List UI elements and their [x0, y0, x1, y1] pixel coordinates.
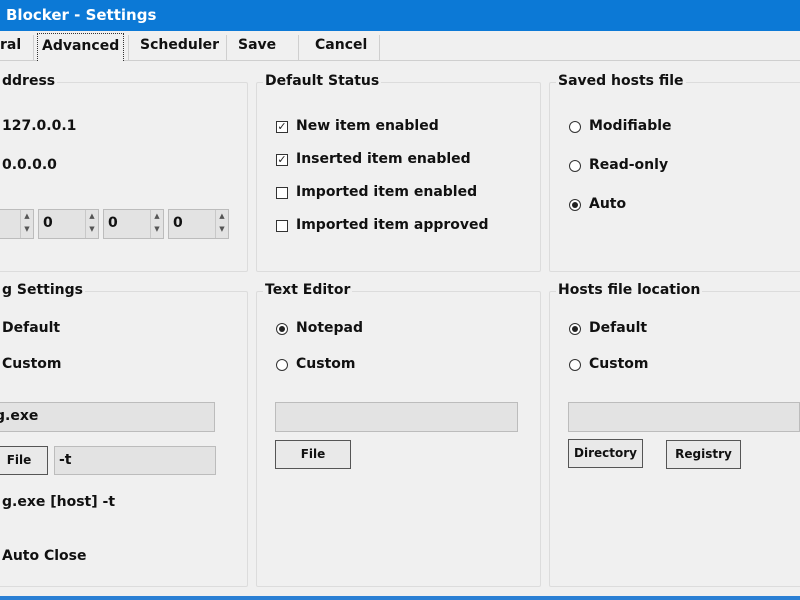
label-imported-enabled[interactable]: Imported item enabled — [296, 184, 477, 200]
label-auto-close[interactable]: Auto Close — [2, 548, 87, 564]
window-title: Blocker - Settings — [6, 6, 157, 24]
tab-separator — [128, 35, 129, 60]
editor-path-field[interactable] — [275, 402, 518, 432]
editor-file-button[interactable]: File — [275, 440, 351, 469]
radio-editor-custom[interactable] — [276, 359, 288, 371]
address-option-1[interactable]: 127.0.0.1 — [2, 118, 76, 134]
radio-auto[interactable] — [569, 199, 581, 211]
label-ping-default[interactable]: Default — [2, 320, 60, 336]
bottom-edge — [0, 596, 800, 600]
checkbox-imported-approved[interactable] — [276, 220, 288, 232]
default-status-group — [256, 82, 541, 272]
ping-file-button[interactable]: File — [0, 446, 48, 475]
directory-button[interactable]: Directory — [568, 439, 643, 468]
label-read-only[interactable]: Read-only — [589, 157, 668, 173]
saved-hosts-group — [549, 82, 800, 272]
label-location-default[interactable]: Default — [589, 320, 647, 336]
octet-value-2: 0 — [43, 215, 53, 231]
radio-notepad[interactable] — [276, 323, 288, 335]
ping-args-field[interactable]: -t — [54, 446, 216, 475]
label-imported-approved[interactable]: Imported item approved — [296, 217, 489, 233]
radio-location-custom[interactable] — [569, 359, 581, 371]
radio-modifiable[interactable] — [569, 121, 581, 133]
address-option-2[interactable]: 0.0.0.0 — [2, 157, 57, 173]
ping-command-preview: g.exe [host] -t — [2, 494, 116, 510]
tab-scheduler[interactable]: Scheduler — [140, 33, 219, 60]
address-group — [0, 82, 248, 272]
tab-separator — [298, 35, 299, 60]
address-group-title: ddress — [0, 73, 58, 89]
checkbox-inserted-item[interactable]: ✓ — [276, 154, 288, 166]
ping-exe-field[interactable]: g.exe — [0, 402, 215, 432]
octet-spinner-4[interactable]: 0 ▲ ▼ — [168, 209, 229, 239]
ping-settings-title: g Settings — [0, 282, 85, 298]
tab-separator — [226, 35, 227, 60]
spinner-arrows-icon[interactable]: ▲ ▼ — [85, 210, 98, 238]
text-editor-title: Text Editor — [263, 282, 353, 298]
octet-spinner-1[interactable]: ▲ ▼ — [0, 209, 34, 239]
label-new-item[interactable]: New item enabled — [296, 118, 439, 134]
spinner-arrows-icon[interactable]: ▲ ▼ — [150, 210, 163, 238]
checkbox-imported-enabled[interactable] — [276, 187, 288, 199]
saved-hosts-title: Saved hosts file — [556, 73, 686, 89]
octet-spinner-2[interactable]: 0 ▲ ▼ — [38, 209, 99, 239]
title-bar: Blocker - Settings — [0, 0, 800, 31]
octet-value-3: 0 — [108, 215, 118, 231]
tab-general[interactable]: ral — [0, 33, 21, 60]
spinner-arrows-icon[interactable]: ▲ ▼ — [20, 210, 33, 238]
tab-separator — [379, 35, 380, 60]
tab-advanced[interactable]: Advanced — [37, 33, 125, 61]
default-status-title: Default Status — [263, 73, 382, 89]
radio-location-default[interactable] — [569, 323, 581, 335]
label-editor-custom[interactable]: Custom — [296, 356, 355, 372]
hosts-path-field[interactable] — [568, 402, 800, 432]
label-location-custom[interactable]: Custom — [589, 356, 648, 372]
label-notepad[interactable]: Notepad — [296, 320, 363, 336]
label-modifiable[interactable]: Modifiable — [589, 118, 672, 134]
cancel-button[interactable]: Cancel — [315, 33, 367, 60]
spinner-arrows-icon[interactable]: ▲ ▼ — [215, 210, 228, 238]
radio-read-only[interactable] — [569, 160, 581, 172]
label-inserted-item[interactable]: Inserted item enabled — [296, 151, 471, 167]
label-auto[interactable]: Auto — [589, 196, 626, 212]
label-ping-custom[interactable]: Custom — [2, 356, 61, 372]
hosts-location-title: Hosts file location — [556, 282, 703, 298]
octet-spinner-3[interactable]: 0 ▲ ▼ — [103, 209, 164, 239]
checkbox-new-item[interactable]: ✓ — [276, 121, 288, 133]
tab-separator — [33, 35, 34, 60]
registry-button[interactable]: Registry — [666, 440, 741, 469]
octet-value-4: 0 — [173, 215, 183, 231]
save-button[interactable]: Save — [238, 33, 276, 60]
tab-bar: ral Advanced Scheduler Save Cancel — [0, 31, 800, 61]
